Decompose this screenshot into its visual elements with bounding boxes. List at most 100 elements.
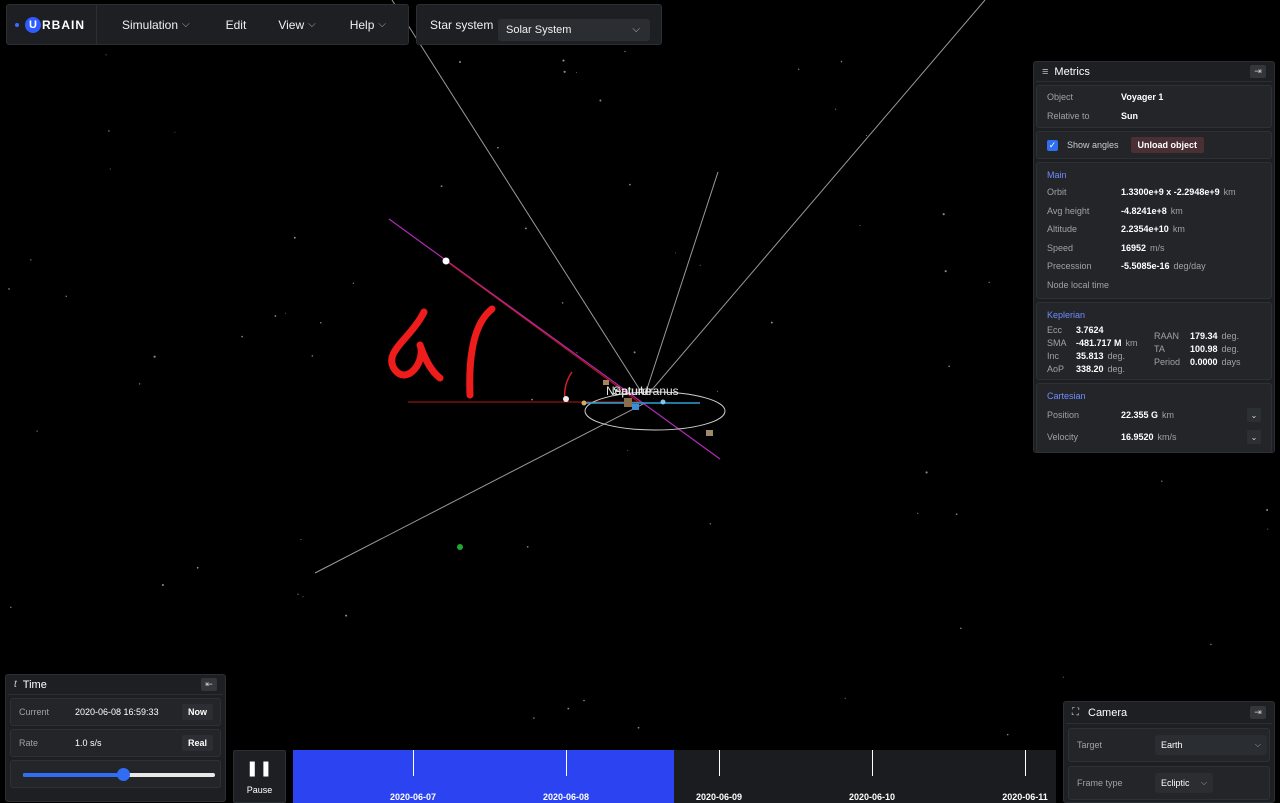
logo-text: RBAIN [42,17,85,32]
menu-label: Edit [225,17,247,32]
metrics-header: ≡ Metrics ⇥ [1036,62,1272,82]
star [859,224,861,227]
unload-object-button[interactable]: Unload object [1130,137,1205,153]
metric-label: Altitude [1047,224,1078,235]
camera-title: Camera [1088,706,1128,719]
logo-dot [15,22,19,27]
keplerian-row: TA 100.98 deg. [1154,342,1261,355]
chevron-down-icon[interactable]: ⌄ [1247,430,1261,444]
planet-dot [632,404,639,410]
velocity-value: 16.9520 [1121,432,1154,442]
pause-button[interactable]: ❚❚ Pause [233,750,286,803]
menu-simulation[interactable]: Simulation ⌵ [122,5,190,44]
metric-label: Avg height [1047,205,1090,216]
frame-select[interactable]: Ecliptic ⌵ [1155,773,1213,793]
timeline-tick [719,750,720,776]
handwritten-annotation [388,305,496,399]
collapse-icon[interactable]: ⇥ [1250,65,1266,78]
target-label: Target [1077,740,1103,750]
target-row: Target Earth ⌵ [1068,728,1270,762]
metric-row: Precession -5.5085e-16 deg/day [1047,257,1261,276]
star [955,513,958,515]
metric-row: Orbit 1.3300e+9 x -2.2948e+9 km [1047,183,1261,202]
star [311,355,314,357]
rate-row: Rate 1.0 s/s Real [10,729,221,757]
menu-help[interactable]: Help ⌵ [350,5,386,44]
planet-dot [457,544,463,550]
star [576,352,578,354]
star [948,365,950,368]
star [8,288,10,290]
planet-label-uranus: Uranus [640,384,679,398]
star [716,390,718,392]
star-system-select[interactable]: Solar System ⌵ [498,18,650,41]
chevron-down-icon: ⌵ [1200,778,1207,787]
metric-unit: km [1170,205,1183,216]
rate-slider[interactable] [10,760,221,788]
star [1266,509,1269,511]
chevron-down-icon: ⌵ [632,24,640,35]
star [1210,643,1212,646]
star [293,236,296,239]
target-select[interactable]: Earth ⌵ [1155,735,1267,755]
star [629,183,631,186]
star [109,168,111,170]
timeline-date-label: 2020-06-09 [695,792,743,802]
rate-label: Rate [19,738,39,748]
menu-edit[interactable]: Edit [226,5,247,44]
star [105,54,107,56]
keplerian-unit: deg. [1107,363,1126,374]
star [65,295,67,298]
keplerian-value: -481.717 M [1076,337,1122,348]
slider-handle[interactable] [116,768,130,781]
time-header: t Time ⇤ [8,675,223,695]
metric-label: Precession [1047,261,1092,272]
keplerian-value: 338.20 [1076,363,1104,374]
menu-label: Help [349,17,375,32]
star-system-label: Star system [430,17,494,32]
object-section: Object Voyager 1 Relative to Sun [1036,85,1272,128]
metric-value: 1.3300e+9 x -2.2948e+9 [1121,187,1220,198]
metric-unit: m/s [1150,242,1165,253]
star [524,227,527,230]
keplerian-unit: deg. [1107,350,1126,361]
real-button[interactable]: Real [181,735,213,751]
show-angles-checkbox[interactable]: ✓ [1047,139,1058,151]
now-button[interactable]: Now [182,704,213,720]
star [699,264,701,266]
star [241,335,243,338]
star [960,627,962,630]
keplerian-label: RAAN [1154,330,1180,341]
star [497,146,499,149]
star [561,302,564,304]
timeline-date-label: 2020-06-07 [389,792,437,802]
current-value: 2020-06-08 16:59:33 [75,707,159,717]
pause-icon: ❚❚ [245,759,274,777]
metrics-title: Metrics [1054,65,1090,78]
star [1267,528,1269,530]
timeline-tick [872,750,873,776]
relative-label: Relative to [1047,110,1090,121]
keplerian-label: TA [1154,343,1165,354]
pause-label: Pause [246,784,273,795]
timeline[interactable]: 2020-06-07 2020-06-08 2020-06-09 2020-06-10… [293,750,1056,803]
star [925,471,928,474]
menu-view[interactable]: View ⌵ [278,5,315,44]
chevron-down-icon[interactable]: ⌄ [1247,408,1261,422]
collapse-icon[interactable]: ⇥ [1250,706,1266,719]
star [30,259,32,261]
star [637,726,640,729]
fullscreen-icon: ⛶ [1072,707,1079,718]
star [865,134,867,136]
metric-label: Orbit [1047,187,1067,198]
star [633,351,636,354]
metric-label: Speed [1047,242,1074,253]
collapse-icon[interactable]: ⇤ [201,678,217,691]
metric-value: -4.8241e+8 [1121,205,1167,216]
camera-panel: ⛶ Camera ⇥ Target Earth ⌵ Frame type Ecl… [1063,701,1275,803]
metric-row: Node local time [1047,276,1261,295]
menu-icon[interactable]: ≡ [1042,66,1048,78]
star [770,321,773,324]
star [153,355,156,358]
position-value: 22.355 G [1121,410,1159,420]
